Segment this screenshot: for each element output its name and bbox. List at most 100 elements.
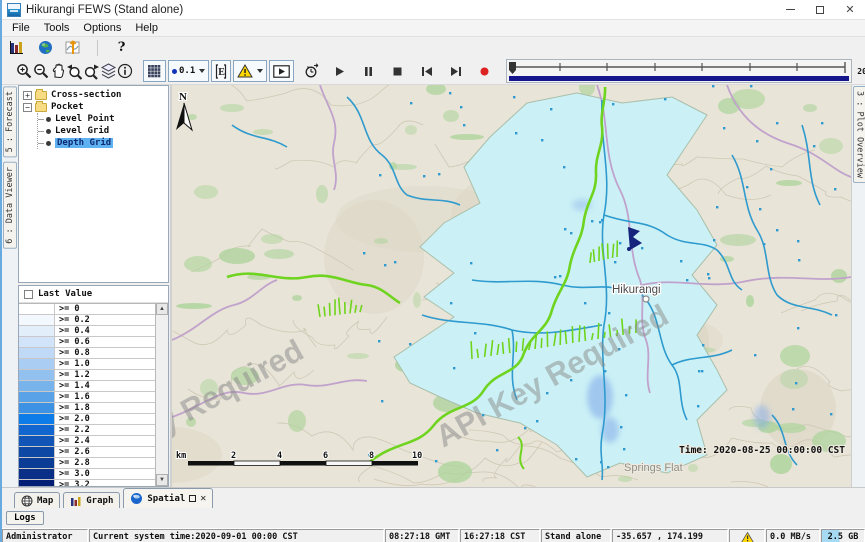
stop-button[interactable] (388, 62, 407, 81)
contour-threshold-value: 0.1 (179, 66, 195, 76)
legend-color-swatch (19, 480, 55, 486)
collapse-icon[interactable]: − (23, 103, 32, 112)
legend-color-swatch (19, 414, 55, 424)
legend-value-label: >= 0.2 (55, 315, 90, 325)
legend-value-label: >= 1.0 (55, 359, 90, 369)
bar-chart-icon (70, 495, 82, 507)
legend-color-swatch (19, 458, 55, 468)
zoom-out-button[interactable] (33, 62, 50, 81)
status-bar: Administrator Current system time:2020-0… (2, 528, 865, 542)
tab-spatial[interactable]: Spatial ✕ (123, 488, 213, 508)
map-view[interactable]: API Key Required API Key Required Hikura… (172, 85, 851, 487)
last-value-checkbox[interactable] (24, 290, 33, 299)
legend-row[interactable]: >= 2.0 (19, 414, 155, 425)
legend-value-label: >= 1.8 (55, 403, 90, 413)
legend-row[interactable]: >= 3.0 (19, 469, 155, 480)
tab-plot-overview[interactable]: 3 : Plot Overview (853, 86, 865, 183)
legend-value-label: >= 1.2 (55, 370, 90, 380)
tree-node-level-point[interactable]: Level Point (38, 113, 168, 125)
tab-map[interactable]: Map (14, 492, 60, 508)
tab-close-icon[interactable]: ✕ (200, 493, 206, 504)
menu-item[interactable]: Tools (37, 22, 77, 34)
legend-row[interactable]: >= 2.4 (19, 436, 155, 447)
zoom-next-button[interactable] (83, 62, 100, 81)
spatial-display-icon[interactable] (64, 38, 83, 57)
expand-icon[interactable]: + (23, 91, 32, 100)
town-marker (643, 296, 649, 302)
animation-display-button[interactable] (269, 60, 294, 82)
legend-row[interactable]: >= 2.8 (19, 458, 155, 469)
window-title: Hikurangi FEWS (Stand alone) (26, 4, 183, 16)
time-slider-thumb (509, 62, 516, 74)
minimize-icon (786, 9, 795, 10)
globe-explorer-icon[interactable] (36, 38, 55, 57)
chevron-down-icon (199, 69, 205, 73)
zoom-in-button[interactable] (16, 62, 33, 81)
window-controls: ✕ (775, 0, 865, 19)
tab-graph[interactable]: Graph (63, 492, 120, 508)
maximize-button[interactable] (805, 0, 835, 19)
first-timestep-button[interactable] (417, 62, 436, 81)
legend-color-swatch (19, 337, 55, 347)
menu-item[interactable]: Help (128, 22, 165, 34)
status-gmt-time: 08:27:18 GMT (385, 529, 459, 542)
svg-text:N: N (179, 91, 187, 103)
legend-value-label: >= 1.6 (55, 392, 90, 402)
layers-button[interactable] (100, 62, 117, 81)
legend-row[interactable]: >= 1.0 (19, 359, 155, 370)
database-chart-icon[interactable] (8, 38, 27, 57)
help-button[interactable]: ? (112, 38, 131, 57)
legend-row[interactable]: >= 2.2 (19, 425, 155, 436)
menu-item[interactable]: File (5, 22, 37, 34)
legend-row[interactable]: >= 0.8 (19, 348, 155, 359)
legend-scrollbar[interactable]: ▲ ▼ (155, 303, 168, 486)
time-slider[interactable] (506, 59, 852, 83)
menu-item[interactable]: Options (76, 22, 128, 34)
legend-row[interactable]: >= 3.2 (19, 480, 155, 486)
pan-hand-button[interactable] (50, 62, 66, 81)
classification-button[interactable]: E (211, 60, 231, 82)
map-toolbar: 0.1 E (2, 58, 865, 85)
status-warning-cell[interactable] (729, 529, 765, 542)
tab-maximize-icon[interactable] (189, 495, 196, 502)
animation-settings-button[interactable] (304, 62, 320, 81)
legend-row[interactable]: >= 0.4 (19, 326, 155, 337)
scroll-up-icon[interactable]: ▲ (156, 303, 168, 315)
tree-node-pocket[interactable]: − Pocket (23, 101, 168, 113)
tree-node-label: Level Grid (55, 126, 109, 136)
legend-color-swatch (19, 370, 55, 380)
left-tab-strip: 5 : Forecast 6 : Data Viewer (2, 85, 18, 487)
warning-thresholds-dropdown[interactable] (233, 60, 267, 82)
legend-row[interactable]: >= 2.6 (19, 447, 155, 458)
close-button[interactable]: ✕ (835, 0, 865, 19)
legend-row[interactable]: >= 1.8 (19, 403, 155, 414)
legend-row[interactable]: >= 1.6 (19, 392, 155, 403)
legend-value-label: >= 2.4 (55, 436, 90, 446)
contour-threshold-dropdown[interactable]: 0.1 (168, 60, 209, 82)
tree-node-cross-section[interactable]: + Cross-section (23, 89, 168, 101)
tab-data-viewer[interactable]: 6 : Data Viewer (3, 162, 17, 249)
info-button[interactable] (117, 62, 133, 81)
legend-row[interactable]: >= 0 (19, 304, 155, 315)
tab-forecast[interactable]: 5 : Forecast (3, 86, 17, 157)
logs-button[interactable]: Logs (6, 511, 44, 525)
legend-row[interactable]: >= 1.4 (19, 381, 155, 392)
legend-row[interactable]: >= 1.2 (19, 370, 155, 381)
tree-node-depth-grid[interactable]: Depth Grid (38, 137, 168, 149)
svg-text:4: 4 (277, 451, 282, 461)
pause-button[interactable] (359, 62, 378, 81)
toggle-grid-button[interactable] (143, 60, 166, 82)
play-button[interactable] (330, 62, 349, 81)
legend-row[interactable]: >= 0.2 (19, 315, 155, 326)
scroll-down-icon[interactable]: ▼ (156, 474, 168, 486)
zoom-previous-button[interactable] (66, 62, 83, 81)
record-button[interactable] (475, 62, 494, 81)
tree-node-level-grid[interactable]: Level Grid (38, 125, 168, 137)
svg-text:km: km (176, 451, 186, 461)
legend-color-swatch (19, 403, 55, 413)
warning-icon (741, 532, 754, 542)
legend-row[interactable]: >= 0.6 (19, 337, 155, 348)
minimize-button[interactable] (775, 0, 805, 19)
last-timestep-button[interactable] (446, 62, 465, 81)
maximize-icon (816, 6, 824, 14)
